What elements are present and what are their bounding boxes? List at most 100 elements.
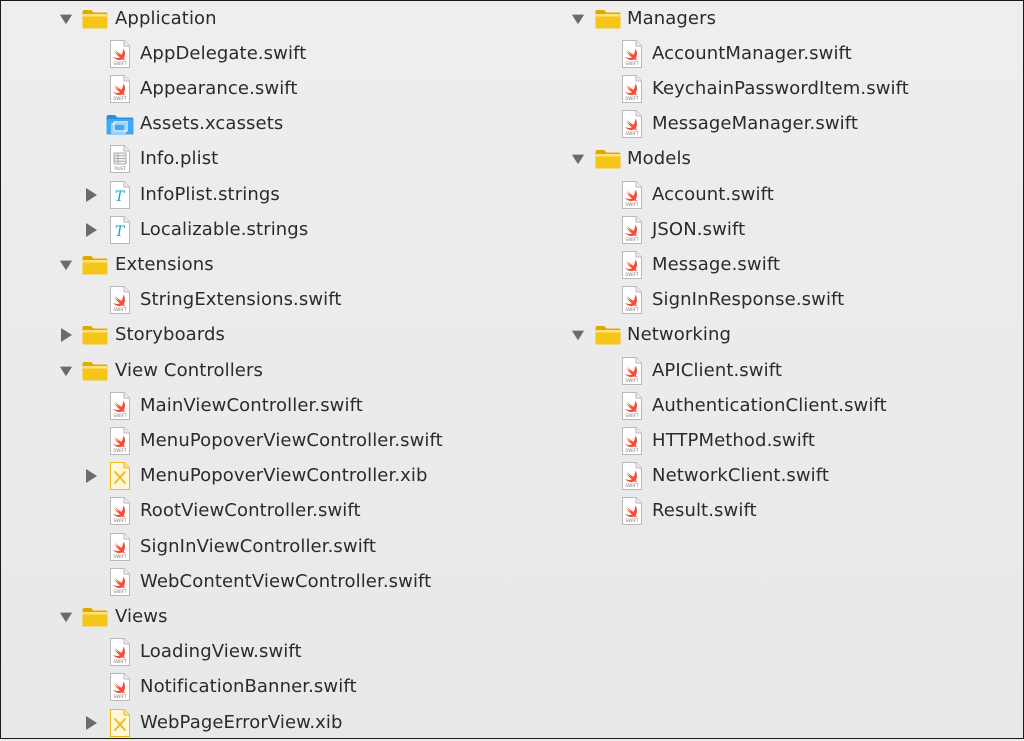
- disclosure-expanded-icon[interactable]: [571, 152, 585, 166]
- folder-row-views[interactable]: Views: [1, 600, 501, 635]
- disclosure-expanded-icon[interactable]: [59, 610, 73, 624]
- file-row-result-swift[interactable]: SWIFT Result.swift: [513, 494, 1013, 529]
- swift-file-icon: SWIFT: [620, 426, 644, 456]
- tree-item-label: Account.swift: [652, 183, 774, 205]
- svg-text:SWIFT: SWIFT: [626, 448, 639, 453]
- file-row-account-swift[interactable]: SWIFT Account.swift: [513, 178, 1013, 213]
- project-navigator: Application SWIFT AppDelegate.swift SWIF…: [0, 0, 1024, 739]
- file-row-stringextensions-swift[interactable]: SWIFT StringExtensions.swift: [1, 283, 501, 318]
- file-row-messagemanager-swift[interactable]: SWIFT MessageManager.swift: [513, 107, 1013, 142]
- folder-icon: [81, 324, 109, 346]
- swift-file-icon: SWIFT: [620, 285, 644, 315]
- disclosure-expanded-icon[interactable]: [59, 364, 73, 378]
- svg-text:SWIFT: SWIFT: [626, 61, 639, 66]
- tree-item-label: HTTPMethod.swift: [652, 429, 816, 451]
- swift-file-icon: SWIFT: [108, 567, 132, 597]
- disclosure-expanded-icon[interactable]: [59, 258, 73, 272]
- tree-item-label: APIClient.swift: [652, 359, 782, 381]
- file-row-rootviewcontroller-swift[interactable]: SWIFT RootViewController.swift: [1, 494, 501, 529]
- svg-text:SWIFT: SWIFT: [626, 518, 639, 523]
- svg-text:SWIFT: SWIFT: [626, 237, 639, 242]
- tree-item-label: JSON.swift: [652, 218, 746, 240]
- svg-text:SWIFT: SWIFT: [114, 694, 127, 699]
- file-row-httpmethod-swift[interactable]: SWIFT HTTPMethod.swift: [513, 424, 1013, 459]
- file-row-notificationbanner-swift[interactable]: SWIFT NotificationBanner.swift: [1, 670, 501, 705]
- folder-icon: [594, 324, 622, 346]
- file-row-authenticationclient-swift[interactable]: SWIFT AuthenticationClient.swift: [513, 389, 1013, 424]
- tree-item-label: Networking: [627, 324, 731, 346]
- tree-item-label: InfoPlist.strings: [140, 183, 280, 205]
- file-row-webcontentviewcontroller-swift[interactable]: SWIFT WebContentViewController.swift: [1, 565, 501, 600]
- tree-item-label: AccountManager.swift: [652, 42, 852, 64]
- folder-row-managers[interactable]: Managers: [513, 2, 1013, 37]
- file-row-signinresponse-swift[interactable]: SWIFT SignInResponse.swift: [513, 283, 1013, 318]
- tree-item-label: WebPageErrorView.xib: [140, 711, 343, 733]
- svg-text:SWIFT: SWIFT: [626, 307, 639, 312]
- disclosure-collapsed-icon[interactable]: [84, 187, 98, 202]
- disclosure-collapsed-icon[interactable]: [84, 715, 98, 730]
- tree-item-label: SignInResponse.swift: [652, 289, 845, 311]
- strings-file-icon: T: [108, 180, 132, 210]
- disclosure-collapsed-icon[interactable]: [84, 222, 98, 237]
- file-row-signinviewcontroller-swift[interactable]: SWIFT SignInViewController.swift: [1, 530, 501, 565]
- disclosure-collapsed-icon[interactable]: [84, 469, 98, 484]
- xib-file-icon: [108, 708, 132, 738]
- swift-file-icon: SWIFT: [108, 426, 132, 456]
- folder-row-storyboards[interactable]: Storyboards: [1, 318, 501, 353]
- disclosure-expanded-icon[interactable]: [59, 12, 73, 26]
- file-row-info-plist[interactable]: PLIST Info.plist: [1, 142, 501, 177]
- file-row-accountmanager-swift[interactable]: SWIFT AccountManager.swift: [513, 37, 1013, 72]
- svg-text:SWIFT: SWIFT: [626, 413, 639, 418]
- tree-item-label: Views: [115, 605, 168, 627]
- tree-item-label: StringExtensions.swift: [140, 289, 342, 311]
- svg-text:SWIFT: SWIFT: [626, 272, 639, 277]
- folder-row-models[interactable]: Models: [513, 142, 1013, 177]
- file-row-webpageerrorview-xib[interactable]: WebPageErrorView.xib: [1, 706, 501, 741]
- swift-file-icon: SWIFT: [620, 180, 644, 210]
- file-row-keychainpassworditem-swift[interactable]: SWIFT KeychainPasswordItem.swift: [513, 72, 1013, 107]
- file-row-loadingview-swift[interactable]: SWIFT LoadingView.swift: [1, 635, 501, 670]
- folder-icon: [81, 606, 109, 628]
- swift-file-icon: SWIFT: [620, 39, 644, 69]
- swift-file-icon: SWIFT: [108, 672, 132, 702]
- folder-row-networking[interactable]: Networking: [513, 318, 1013, 353]
- tree-item-label: Managers: [627, 7, 717, 29]
- folder-row-extensions[interactable]: Extensions: [1, 248, 501, 283]
- tree-item-label: RootViewController.swift: [140, 500, 361, 522]
- plist-file-icon: PLIST: [108, 144, 132, 174]
- asset-catalog-icon: [105, 113, 135, 137]
- folder-icon: [81, 8, 109, 30]
- file-row-localizable-strings[interactable]: T Localizable.strings: [1, 213, 501, 248]
- tree-item-label: Result.swift: [652, 500, 757, 522]
- tree-item-label: Storyboards: [115, 324, 226, 346]
- folder-row-application[interactable]: Application: [1, 2, 501, 37]
- swift-file-icon: SWIFT: [108, 39, 132, 69]
- file-row-menupopoverviewcontroller-swift[interactable]: SWIFT MenuPopoverViewController.swift: [1, 424, 501, 459]
- file-row-assets-xcassets[interactable]: Assets.xcassets: [1, 107, 501, 142]
- tree-item-label: WebContentViewController.swift: [140, 570, 432, 592]
- file-row-infoplist-strings[interactable]: T InfoPlist.strings: [1, 178, 501, 213]
- disclosure-expanded-icon[interactable]: [571, 12, 585, 26]
- folder-icon: [81, 254, 109, 276]
- file-row-networkclient-swift[interactable]: SWIFT NetworkClient.swift: [513, 459, 1013, 494]
- folder-row-view-controllers[interactable]: View Controllers: [1, 354, 501, 389]
- swift-file-icon: SWIFT: [108, 637, 132, 667]
- disclosure-expanded-icon[interactable]: [571, 328, 585, 342]
- file-row-json-swift[interactable]: SWIFT JSON.swift: [513, 213, 1013, 248]
- file-row-appdelegate-swift[interactable]: SWIFT AppDelegate.swift: [1, 37, 501, 72]
- disclosure-collapsed-icon[interactable]: [59, 328, 73, 343]
- file-row-apiclient-swift[interactable]: SWIFT APIClient.swift: [513, 354, 1013, 389]
- tree-item-label: NotificationBanner.swift: [140, 676, 357, 698]
- tree-item-label: AuthenticationClient.swift: [652, 394, 887, 416]
- tree-item-label: Assets.xcassets: [140, 113, 284, 135]
- swift-file-icon: SWIFT: [620, 74, 644, 104]
- tree-item-label: Appearance.swift: [140, 77, 298, 99]
- tree-item-label: Models: [627, 148, 692, 170]
- file-row-menupopoverviewcontroller-xib[interactable]: MenuPopoverViewController.xib: [1, 459, 501, 494]
- file-row-appearance-swift[interactable]: SWIFT Appearance.swift: [1, 72, 501, 107]
- swift-file-icon: SWIFT: [620, 109, 644, 139]
- file-row-message-swift[interactable]: SWIFT Message.swift: [513, 248, 1013, 283]
- swift-file-icon: SWIFT: [620, 215, 644, 245]
- file-row-mainviewcontroller-swift[interactable]: SWIFT MainViewController.swift: [1, 389, 501, 424]
- folder-icon: [81, 360, 109, 382]
